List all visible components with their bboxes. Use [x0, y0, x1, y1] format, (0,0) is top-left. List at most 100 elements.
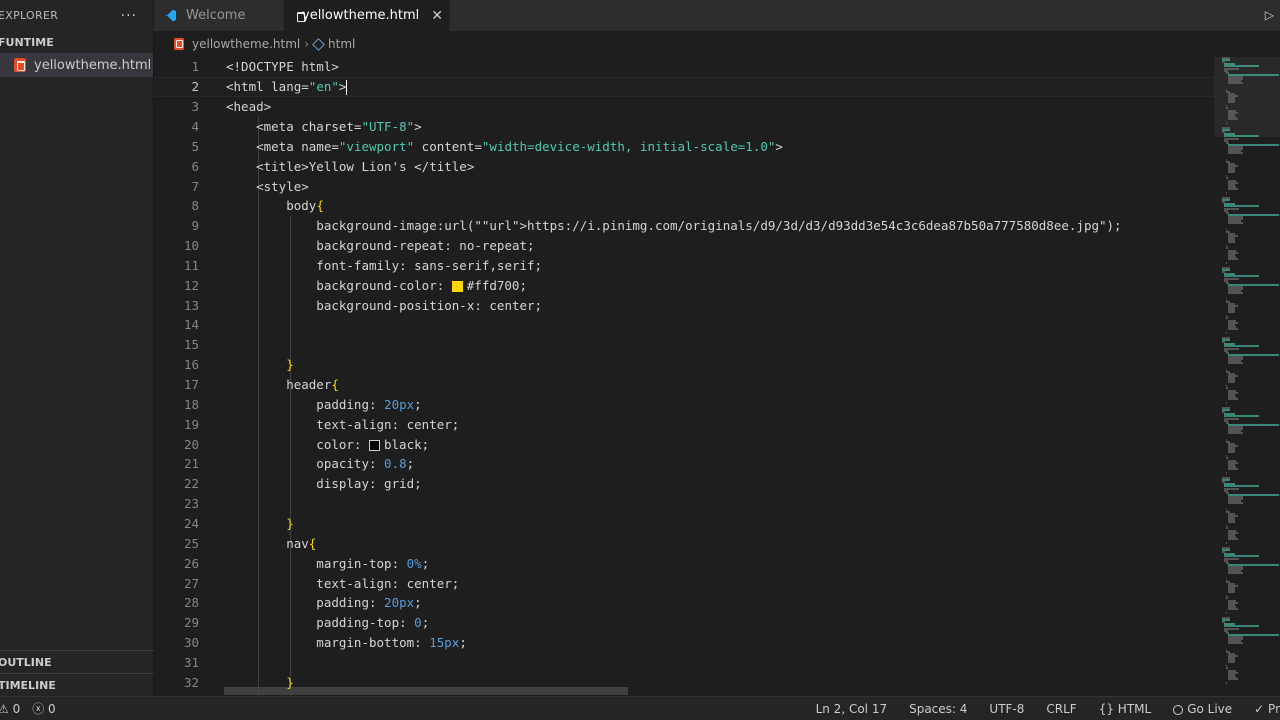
line-number: 29: [183, 615, 199, 631]
minimap-line: [1226, 262, 1227, 265]
minimap-line: [1228, 607, 1238, 610]
code-line[interactable]: 1 <!DOCTYPE html>: [154, 57, 1214, 77]
code-line[interactable]: 25 nav{: [154, 533, 1214, 553]
language-mode[interactable]: {} HTML: [1099, 702, 1152, 716]
tab-yellowtheme[interactable]: yellowtheme.html ✕: [284, 0, 450, 31]
close-icon[interactable]: ✕: [431, 8, 443, 24]
code-line[interactable]: 11 font-family: sans-serif,serif;: [154, 256, 1214, 276]
encoding[interactable]: UTF-8: [989, 702, 1024, 716]
code-line[interactable]: 31: [154, 653, 1214, 673]
code-text: <style>: [226, 178, 309, 194]
code-line[interactable]: 23: [154, 494, 1214, 514]
code-line[interactable]: 18 padding: 20px;: [154, 394, 1214, 414]
minimap-line: [1228, 381, 1235, 384]
line-number: 16: [183, 357, 199, 373]
line-number: 9: [191, 218, 199, 234]
line-number: 27: [183, 575, 199, 591]
line-number: 10: [183, 238, 199, 254]
minimap-line: [1226, 472, 1227, 475]
line-number: 13: [183, 297, 199, 313]
code-line[interactable]: 21 opacity: 0.8;: [154, 454, 1214, 474]
line-number: 24: [183, 515, 199, 531]
file-item-label: yellowtheme.html: [34, 57, 152, 73]
code-text: }: [286, 357, 294, 373]
code-line[interactable]: 17 header{: [154, 375, 1214, 395]
tab-label: yellowtheme.html: [302, 8, 420, 23]
code-line[interactable]: 15: [154, 335, 1214, 355]
line-number: 28: [183, 595, 199, 611]
cursor-position[interactable]: Ln 2, Col 17: [816, 702, 888, 716]
code-line[interactable]: 27 text-align: center;: [154, 573, 1214, 593]
minimap-line: [1228, 152, 1243, 155]
minimap-line: [1228, 677, 1238, 680]
line-number: 14: [183, 317, 199, 333]
workspace-section[interactable]: FUNTIME: [0, 31, 153, 53]
code-text: margin-top: 0%;: [226, 555, 430, 571]
breadcrumb-node[interactable]: html: [328, 37, 355, 51]
minimap-line: [1228, 187, 1238, 190]
minimap-line: [1228, 222, 1243, 225]
code-text: padding: 20px;: [226, 396, 422, 412]
problems-warnings[interactable]: ⚠ 0: [0, 702, 20, 716]
code-line[interactable]: 19 text-align: center;: [154, 414, 1214, 434]
code-line[interactable]: 5 <meta name="viewport" content="width=d…: [154, 136, 1214, 156]
tab-welcome[interactable]: Welcome: [154, 0, 284, 31]
outline-section[interactable]: OUTLINE: [0, 650, 154, 673]
line-number: 25: [183, 535, 199, 551]
code-line[interactable]: 8 body{: [154, 196, 1214, 216]
broadcast-icon: [1173, 704, 1184, 715]
code-line[interactable]: 4 <meta charset="UTF-8">: [154, 117, 1214, 137]
minimap[interactable]: [1214, 57, 1280, 696]
end-of-line[interactable]: CRLF: [1046, 702, 1076, 716]
timeline-section[interactable]: TIMELINE: [0, 673, 154, 696]
code-text: header{: [226, 377, 339, 393]
minimap-line: [1228, 241, 1235, 244]
code-text: }: [286, 674, 294, 690]
code-text: opacity: 0.8;: [226, 456, 415, 472]
prettier-status[interactable]: ✓ Pr: [1254, 702, 1280, 716]
code-line[interactable]: 10 background-repeat: no-repeat;: [154, 236, 1214, 256]
line-number: 6: [191, 158, 199, 174]
code-line[interactable]: 24 }: [154, 514, 1214, 534]
explorer-sidebar: EXPLORER ··· FUNTIME yellowtheme.html OU…: [0, 0, 154, 696]
code-line[interactable]: 16 }: [154, 355, 1214, 375]
code-line[interactable]: 22 display: grid;: [154, 474, 1214, 494]
code-line[interactable]: 29 padding-top: 0;: [154, 613, 1214, 633]
code-line[interactable]: 2 <html lang="en">: [154, 76, 1214, 97]
code-text: <title>Yellow Lion's </title>: [226, 158, 475, 174]
code-text: padding-top: 0;: [226, 615, 430, 631]
code-text: <head>: [226, 99, 272, 115]
text-cursor: [346, 79, 348, 95]
code-line[interactable]: 20 color: black;: [154, 434, 1214, 454]
explorer-title: EXPLORER: [0, 9, 59, 22]
problems-errors[interactable]: ⓧ 0: [32, 700, 55, 717]
code-line[interactable]: 26 margin-top: 0%;: [154, 553, 1214, 573]
braces-icon: {}: [1098, 702, 1118, 716]
explorer-header: EXPLORER ···: [0, 0, 153, 31]
indentation[interactable]: Spaces: 4: [909, 702, 967, 716]
code-text: background-color: #ffd700;: [226, 277, 527, 293]
more-actions-icon[interactable]: ···: [121, 8, 137, 24]
go-live-button[interactable]: Go Live: [1173, 702, 1232, 716]
code-line[interactable]: 13 background-position-x: center;: [154, 295, 1214, 315]
line-number: 17: [183, 377, 199, 393]
code-editor[interactable]: 1 <!DOCTYPE html> 2 <html lang="en"> 3 <head>…: [154, 57, 1214, 696]
line-number: 5: [191, 138, 199, 154]
file-item-yellowtheme[interactable]: yellowtheme.html: [0, 53, 153, 77]
code-line[interactable]: 28 padding: 20px;: [154, 593, 1214, 613]
code-line[interactable]: 12 background-color: #ffd700;: [154, 275, 1214, 295]
line-number: 19: [183, 416, 199, 432]
code-line[interactable]: 7 <style>: [154, 176, 1214, 196]
code-line[interactable]: 32 }: [154, 672, 1214, 692]
code-line[interactable]: 9 background-image:url(""url">https://i.…: [154, 216, 1214, 236]
code-line[interactable]: 3 <head>: [154, 97, 1214, 117]
breadcrumb-file[interactable]: yellowtheme.html: [192, 37, 300, 51]
code-line[interactable]: 14: [154, 315, 1214, 335]
minimap-line: [1228, 432, 1243, 435]
code-line[interactable]: 6 <title>Yellow Lion's </title>: [154, 156, 1214, 176]
split-editor-icon[interactable]: ▷: [1265, 8, 1274, 22]
minimap-line: [1226, 402, 1227, 405]
code-line[interactable]: 30 margin-bottom: 15px;: [154, 633, 1214, 653]
minimap-line: [1228, 257, 1238, 260]
html-file-icon: [14, 58, 26, 72]
